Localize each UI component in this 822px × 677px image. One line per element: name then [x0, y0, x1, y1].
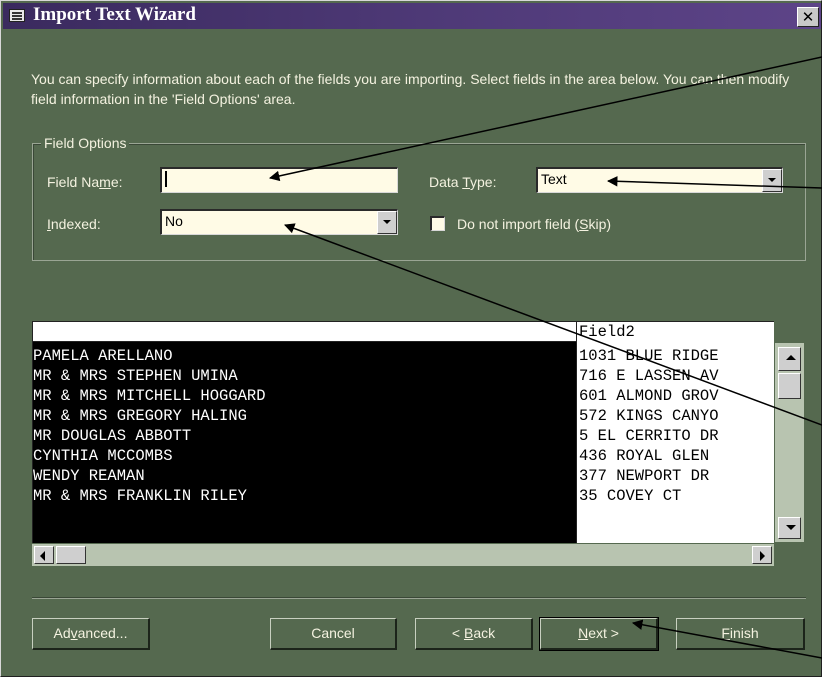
grid-cell: PAMELA ARELLANO [33, 347, 173, 365]
close-button[interactable]: ✕ [797, 7, 819, 27]
back-label-suffix: ack [473, 625, 496, 641]
indexed-value: No [165, 213, 183, 229]
grid-cell: 1031 BLUE RIDGE [579, 347, 719, 365]
field-name-accelerator: m [99, 174, 111, 190]
advanced-label-suffix: anced... [77, 625, 128, 641]
grid-cell: MR & MRS FRANKLIN RILEY [33, 487, 247, 505]
field-options-group [32, 143, 806, 261]
column-1-cells: PAMELA ARELLANO MR & MRS STEPHEN UMINA MR … [33, 346, 266, 506]
field-name-label: Field Name: [47, 173, 123, 191]
advanced-accelerator: v [70, 625, 78, 641]
field-name-input[interactable] [160, 167, 398, 193]
finish-accelerator: F [721, 625, 730, 641]
grid-cell: CYNTHIA MCCOMBS [33, 447, 173, 465]
advanced-label: Ad [53, 625, 71, 641]
close-icon: ✕ [801, 8, 815, 26]
back-button[interactable]: < Back [415, 618, 533, 650]
grid-cell: MR DOUGLAS ABBOTT [33, 427, 192, 445]
scroll-down-icon[interactable] [778, 517, 801, 539]
grid-column-selected[interactable]: PAMELA ARELLANO MR & MRS STEPHEN UMINA MR … [33, 322, 576, 543]
window-title: Import Text Wizard [33, 4, 196, 25]
import-text-wizard-dialog: Import Text Wizard ✕ You can specify inf… [0, 0, 822, 677]
grid-cell: 5 EL CERRITO DR [579, 427, 719, 445]
data-type-label-suffix: ype: [470, 174, 497, 190]
grid-cell: 436 ROYAL GLEN [579, 447, 710, 465]
grid-column-2[interactable]: Field2 1031 BLUE RIDGE 716 E LASSEN AV 601… [576, 322, 774, 543]
field-name-label-suffix: e: [110, 174, 123, 190]
cancel-label: Cancel [311, 625, 355, 641]
vertical-scrollbar[interactable] [775, 343, 804, 542]
title-bar[interactable]: Import Text Wizard ✕ [3, 3, 821, 29]
grid-cell: 377 NEWPORT DR [579, 467, 710, 485]
scroll-up-icon[interactable] [778, 347, 801, 371]
indexed-label: Indexed: [47, 215, 101, 233]
next-button[interactable]: Next > [539, 617, 659, 651]
skip-field-label[interactable]: Do not import field (Skip) [457, 215, 611, 233]
finish-button[interactable]: Finish [676, 618, 805, 650]
skip-field-checkbox[interactable] [430, 216, 445, 231]
grid-cell: MR & MRS GREGORY HALING [33, 407, 247, 425]
skip-accelerator: S [579, 216, 589, 232]
data-type-label: Data Type: [429, 173, 496, 191]
button-divider [32, 597, 806, 599]
horizontal-scroll-thumb[interactable] [56, 546, 86, 564]
scroll-left-icon[interactable] [34, 546, 54, 564]
skip-label-suffix: kip) [588, 216, 612, 232]
next-accelerator: N [578, 625, 589, 641]
data-type-value: Text [541, 171, 567, 187]
field-preview-grid[interactable]: PAMELA ARELLANO MR & MRS STEPHEN UMINA MR … [32, 321, 774, 543]
indexed-dropdown-button[interactable] [377, 211, 397, 234]
indexed-label-text: ndexed: [50, 216, 101, 232]
grid-cell: 716 E LASSEN AV [579, 367, 719, 385]
skip-label-text: Do not import field ( [457, 216, 580, 232]
indexed-select[interactable]: No [160, 209, 398, 235]
field-name-label-text: Field Na [47, 174, 100, 190]
finish-label: inish [729, 625, 759, 641]
column-2-header[interactable]: Field2 [579, 322, 635, 342]
next-label: ext > [588, 625, 619, 641]
data-type-label-text: Data [429, 174, 463, 190]
grid-cell: MR & MRS MITCHELL HOGGARD [33, 387, 266, 405]
grid-cell: 601 ALMOND GROV [579, 387, 719, 405]
wizard-description: You can specify information about each o… [31, 71, 790, 107]
scroll-right-icon[interactable] [752, 546, 772, 564]
window-app-icon [9, 9, 25, 22]
field-options-label: Field Options [41, 134, 130, 152]
back-label: < [451, 625, 464, 641]
data-type-accelerator: T [462, 174, 470, 190]
column-2-cells: 1031 BLUE RIDGE 716 E LASSEN AV 601 ALMOND… [579, 346, 719, 506]
cancel-button[interactable]: Cancel [270, 618, 397, 650]
grid-cell: 35 COVEY CT [579, 487, 682, 505]
back-accelerator: B [463, 625, 474, 641]
grid-cell: WENDY REAMAN [33, 467, 145, 485]
data-type-select[interactable]: Text [536, 167, 783, 193]
grid-cell: MR & MRS STEPHEN UMINA [33, 367, 238, 385]
data-type-dropdown-button[interactable] [762, 169, 782, 192]
vertical-scroll-thumb[interactable] [778, 373, 801, 399]
text-cursor [165, 171, 167, 187]
advanced-button[interactable]: Advanced... [32, 618, 150, 650]
grid-column-header[interactable] [33, 322, 576, 342]
horizontal-scrollbar[interactable] [32, 544, 774, 566]
grid-cell: 572 KINGS CANYO [579, 407, 719, 425]
